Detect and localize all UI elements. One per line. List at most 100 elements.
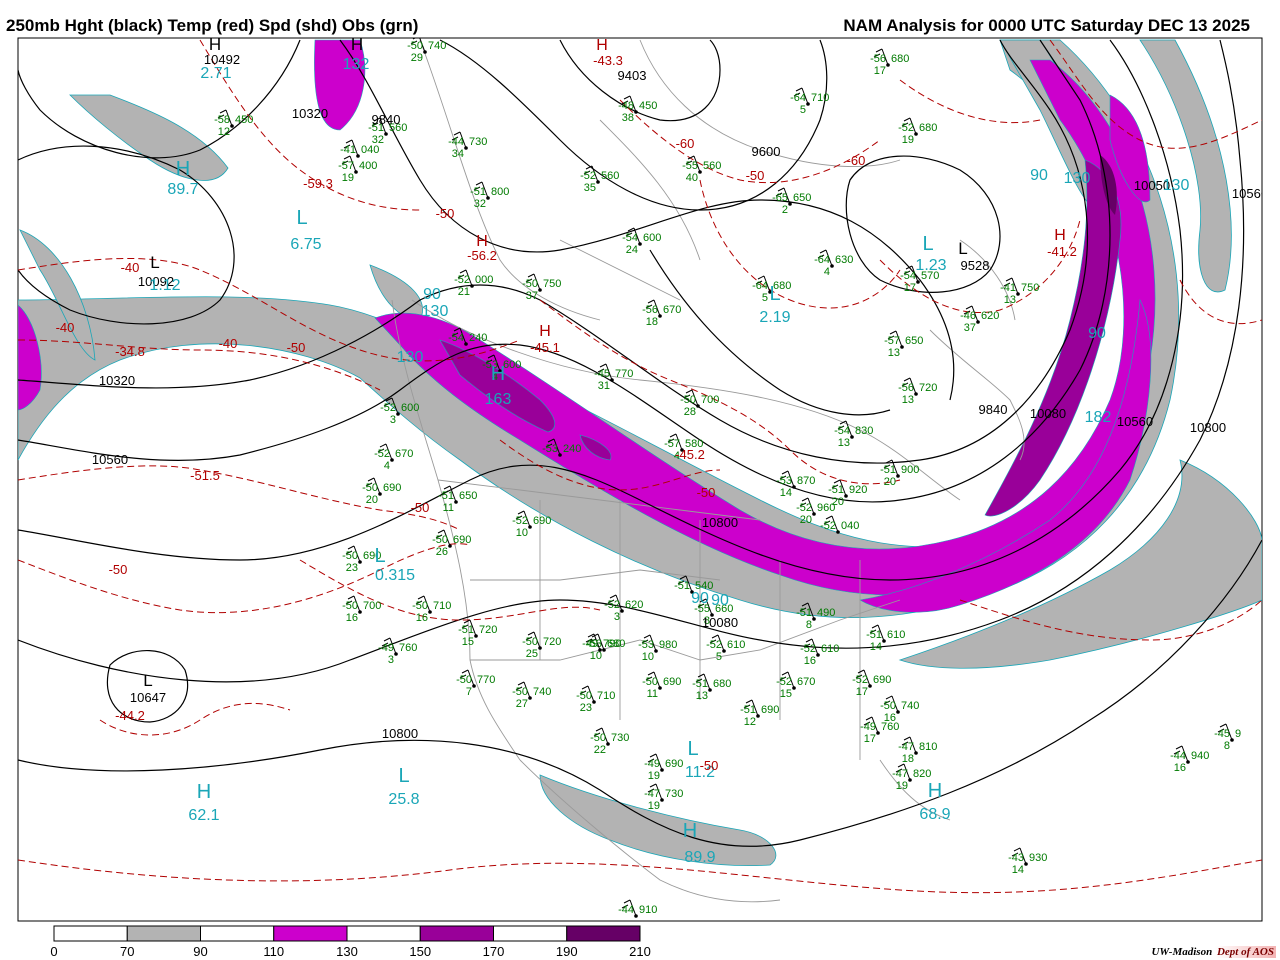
obs-height: 710 bbox=[811, 92, 829, 104]
legend-swatch bbox=[419, 925, 494, 942]
speed-center-label: 130 bbox=[1064, 170, 1091, 187]
legend-tick-label: 70 bbox=[120, 944, 134, 959]
obs-dewpoint-depression: 35 bbox=[584, 182, 596, 194]
obs-temperature: -52 bbox=[796, 502, 812, 514]
obs-temperature: -58 bbox=[214, 114, 230, 126]
obs-temperature: -49 bbox=[860, 721, 876, 733]
obs-temperature: -51 bbox=[740, 704, 756, 716]
height-center-label: 10080 bbox=[1030, 406, 1066, 421]
obs-temperature: -47 bbox=[892, 768, 908, 780]
obs-dewpoint-depression: 5 bbox=[762, 292, 768, 304]
obs-dewpoint-depression: 7 bbox=[466, 686, 472, 698]
credit-dept: Dept of AOS bbox=[1214, 946, 1276, 958]
obs-dewpoint-depression: 20 bbox=[366, 494, 378, 506]
obs-temperature: -56 bbox=[898, 382, 914, 394]
speed-center-label: 2.19 bbox=[759, 309, 790, 326]
obs-height: 630 bbox=[835, 254, 853, 266]
obs-temperature: -50 bbox=[590, 732, 606, 744]
obs-temperature: -53 bbox=[542, 443, 558, 455]
obs-dewpoint-depression: 3 bbox=[390, 414, 396, 426]
obs-temperature: -52 bbox=[380, 402, 396, 414]
obs-temperature: -50 bbox=[342, 550, 358, 562]
obs-dewpoint-depression: 16 bbox=[346, 612, 358, 624]
obs-temperature: -52 bbox=[898, 122, 914, 134]
obs-dewpoint-depression: 24 bbox=[626, 244, 638, 256]
obs-dewpoint-depression: 38 bbox=[622, 112, 634, 124]
obs-height: 930 bbox=[1029, 852, 1047, 864]
obs-dewpoint-depression: 40 bbox=[686, 172, 698, 184]
obs-dewpoint-depression: 17 bbox=[874, 65, 886, 77]
obs-temperature: -50 bbox=[456, 674, 472, 686]
obs-height: 690 bbox=[665, 758, 683, 770]
obs-height: 690 bbox=[663, 676, 681, 688]
temperature-label: -50 bbox=[697, 485, 716, 500]
obs-temperature: -50 bbox=[432, 534, 448, 546]
obs-temperature: -41 bbox=[1000, 282, 1016, 294]
obs-temperature: -52 bbox=[580, 170, 596, 182]
temperature-label: -40 bbox=[219, 336, 238, 351]
obs-dewpoint-depression: 13 bbox=[696, 690, 708, 702]
obs-height: 560 bbox=[601, 170, 619, 182]
obs-temperature: -65 bbox=[772, 192, 788, 204]
obs-height: 770 bbox=[615, 368, 633, 380]
obs-temperature: -51 bbox=[880, 464, 896, 476]
legend-tick-label: 110 bbox=[263, 944, 284, 959]
obs-height: 680 bbox=[891, 53, 909, 65]
speed-center-label: L bbox=[687, 738, 698, 760]
obs-height: 940 bbox=[1191, 750, 1209, 762]
obs-temperature: -41 bbox=[340, 144, 356, 156]
speed-center-label: L bbox=[374, 545, 385, 567]
obs-temperature: -50 bbox=[342, 600, 358, 612]
obs-temperature: -52 bbox=[706, 639, 722, 651]
obs-height: 000 bbox=[475, 274, 493, 286]
obs-height: 710 bbox=[433, 600, 451, 612]
obs-temperature: -44 bbox=[1170, 750, 1186, 762]
obs-dewpoint-depression: 8 bbox=[1224, 740, 1230, 752]
speed-center-label: 163 bbox=[485, 391, 512, 408]
legend-tick-label: 0 bbox=[50, 944, 57, 959]
obs-dewpoint-depression: 8 bbox=[806, 619, 812, 631]
speed-center-label: 2.71 bbox=[200, 65, 231, 82]
obs-temperature: -48 bbox=[618, 100, 634, 112]
obs-dewpoint-depression: 29 bbox=[411, 52, 423, 64]
obs-height: 740 bbox=[428, 40, 446, 52]
legend-swatch bbox=[493, 925, 568, 942]
obs-dewpoint-depression: 31 bbox=[598, 380, 610, 392]
speed-legend: 0 70 90 110 130 150 170 190 210 bbox=[50, 925, 651, 959]
obs-temperature: -64 bbox=[814, 254, 830, 266]
obs-dewpoint-depression: 14 bbox=[870, 641, 882, 653]
obs-height: 670 bbox=[395, 448, 413, 460]
obs-temperature: -45 bbox=[1214, 728, 1230, 740]
obs-dewpoint-depression: 37 bbox=[964, 322, 976, 334]
obs-height: 960 bbox=[817, 502, 835, 514]
obs-temperature: -50 bbox=[642, 676, 658, 688]
obs-height: 650 bbox=[459, 490, 477, 502]
obs-dewpoint-depression: 16 bbox=[416, 612, 428, 624]
obs-temperature: -50 bbox=[407, 40, 423, 52]
obs-height: 610 bbox=[887, 629, 905, 641]
height-center-label: L bbox=[958, 239, 967, 258]
obs-temperature: -49 bbox=[378, 642, 394, 654]
obs-temperature: -52 bbox=[800, 643, 816, 655]
temperature-label: -56.2 bbox=[467, 248, 497, 263]
obs-temperature: -52 bbox=[454, 274, 470, 286]
temperature-label: -50 bbox=[287, 340, 306, 355]
obs-temperature: -50 bbox=[412, 600, 428, 612]
obs-height: 820 bbox=[913, 768, 931, 780]
temperature-label: -60 bbox=[847, 153, 866, 168]
obs-height: 650 bbox=[793, 192, 811, 204]
obs-temperature: -50 bbox=[522, 278, 538, 290]
legend-tick-label: 190 bbox=[556, 944, 578, 959]
speed-center-label: 90 bbox=[691, 590, 709, 607]
speed-center-label: H bbox=[197, 781, 211, 803]
speed-center-label: 132 bbox=[343, 56, 370, 73]
obs-temperature: -50 bbox=[522, 636, 538, 648]
obs-dewpoint-depression: 14 bbox=[1012, 864, 1024, 876]
obs-dewpoint-depression: 16 bbox=[804, 655, 816, 667]
obs-dewpoint-depression: 26 bbox=[436, 546, 448, 558]
speed-center-label: H bbox=[683, 820, 697, 842]
obs-dewpoint-depression: 10 bbox=[516, 527, 528, 539]
obs-temperature: -47 bbox=[898, 741, 914, 753]
obs-height: 690 bbox=[873, 674, 891, 686]
speed-center-label: 1.23 bbox=[915, 257, 946, 274]
